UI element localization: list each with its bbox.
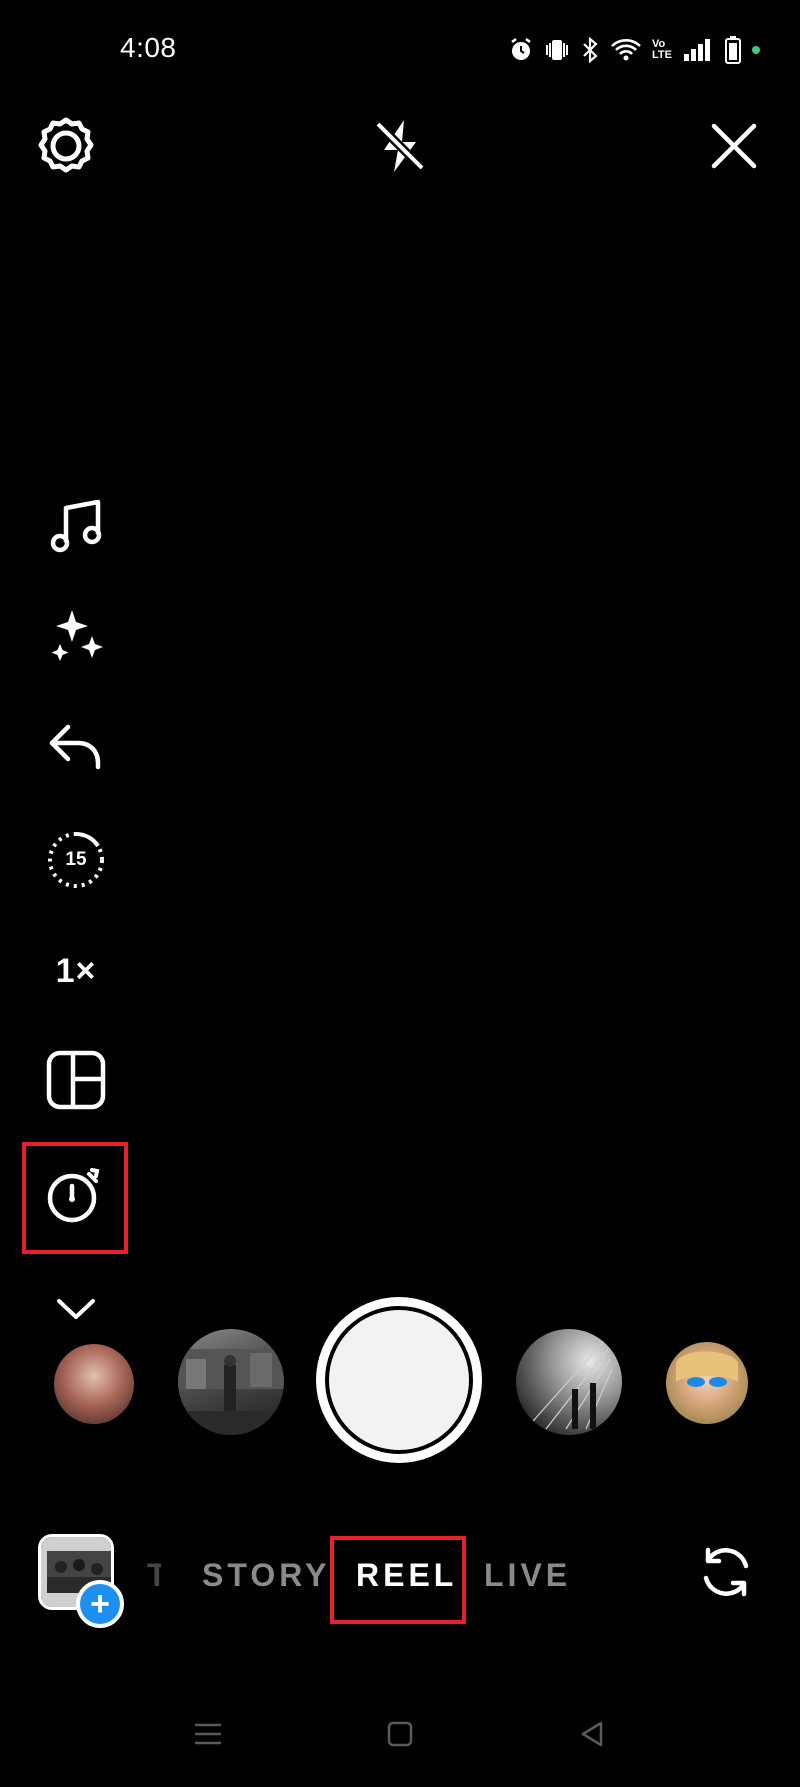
layout-button[interactable] (34, 1040, 118, 1124)
settings-button[interactable] (28, 110, 104, 186)
signal-icon (682, 37, 714, 63)
flash-button[interactable] (362, 110, 438, 186)
effect-thumbnail-bridge[interactable] (516, 1329, 622, 1435)
status-time: 4:08 (120, 32, 177, 63)
home-square-icon (386, 1720, 414, 1753)
flip-camera-icon (696, 1542, 756, 1607)
add-plus-icon[interactable]: + (76, 1580, 124, 1628)
status-icons: Vo LTE (508, 32, 760, 68)
mode-reel[interactable]: REEL (356, 1557, 457, 1594)
battery-icon (724, 35, 742, 65)
effect-thumbnail-portrait[interactable] (54, 1344, 134, 1424)
bluetooth-icon (580, 36, 600, 64)
effect-thumbnail-street[interactable] (178, 1329, 284, 1435)
volte-line2: LTE (652, 49, 672, 61)
sunglasses-art (676, 1351, 738, 1387)
countdown-timer-button[interactable] (32, 1154, 116, 1238)
wifi-icon (610, 37, 642, 63)
undo-button[interactable] (34, 707, 118, 791)
length-button[interactable]: 15 (34, 818, 118, 902)
music-button[interactable] (34, 486, 118, 570)
more-tools-button[interactable] (34, 1268, 118, 1352)
alarm-icon (508, 37, 534, 63)
speed-button[interactable]: 1× (34, 929, 118, 1013)
flash-off-icon (368, 114, 432, 183)
back-triangle-icon (577, 1719, 607, 1754)
vibrate-icon (544, 37, 570, 63)
length-label: 15 (65, 849, 87, 870)
nav-menu-button[interactable] (188, 1716, 228, 1756)
more-chevron-icon (53, 1293, 99, 1328)
effects-sparkles-icon (46, 606, 106, 671)
effects-button[interactable] (34, 596, 118, 680)
street-art (178, 1349, 284, 1435)
mode-live[interactable]: LIVE (484, 1557, 571, 1594)
length-timer-icon: 15 (46, 830, 106, 890)
close-button[interactable] (696, 110, 772, 186)
effect-thumbnail-sunglasses[interactable] (666, 1342, 748, 1424)
countdown-timer-icon (44, 1164, 104, 1229)
gear-icon (34, 114, 98, 183)
nav-home-button[interactable] (380, 1716, 420, 1756)
nav-back-button[interactable] (572, 1716, 612, 1756)
volte-icon: Vo LTE (652, 39, 672, 61)
record-button-inner (325, 1306, 473, 1454)
flip-camera-button[interactable] (690, 1538, 762, 1610)
close-icon (708, 120, 760, 177)
bridge-art (525, 1338, 613, 1430)
speed-label: 1× (55, 951, 97, 990)
layout-icon (45, 1049, 107, 1116)
mode-story[interactable]: STORY (202, 1557, 330, 1594)
music-icon (46, 496, 106, 561)
undo-icon (46, 717, 106, 782)
mode-post-partial[interactable]: T (147, 1557, 161, 1594)
active-dot-icon (752, 46, 760, 54)
menu-icon (193, 1721, 223, 1752)
record-button[interactable] (316, 1297, 482, 1463)
